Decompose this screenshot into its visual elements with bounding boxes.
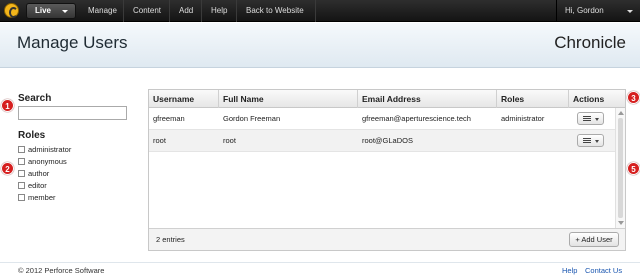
cell-roles: administrator	[501, 114, 545, 123]
page-footer: © 2012 Perforce Software Help Contact Us	[0, 262, 640, 280]
nav-divider	[123, 0, 124, 22]
add-user-button[interactable]: + Add User	[569, 232, 619, 247]
entries-count: 2 entries	[156, 235, 185, 244]
nav-divider	[315, 0, 316, 22]
role-filter-anonymous[interactable]: anonymous	[18, 156, 67, 167]
column-header-username[interactable]: Username	[149, 90, 219, 108]
grid-footer: 2 entries + Add User	[149, 228, 625, 250]
checkbox[interactable]	[18, 170, 25, 177]
live-mode-button[interactable]: Live	[26, 3, 76, 19]
scroll-up-arrow-icon[interactable]	[618, 111, 624, 115]
annotation-badge-5: 5	[627, 162, 640, 175]
column-header-roles[interactable]: Roles	[497, 90, 569, 108]
page-header: Manage Users Chronicle	[0, 23, 640, 68]
annotation-badge-1: 1	[1, 99, 14, 112]
user-greeting: Hi, Gordon	[565, 6, 604, 15]
column-header-email[interactable]: Email Address	[358, 90, 497, 108]
cell-username: root	[153, 136, 166, 145]
row-actions-button[interactable]	[577, 112, 604, 125]
search-label: Search	[18, 93, 52, 104]
role-filter-editor[interactable]: editor	[18, 180, 47, 191]
top-navigation-bar: Live Manage Content Add Help Back to Web…	[0, 0, 640, 22]
cell-full-name: root	[223, 136, 236, 145]
cell-full-name: Gordon Freeman	[223, 114, 281, 123]
cell-email: gfreeman@aperturescience.tech	[362, 114, 471, 123]
checkbox[interactable]	[18, 146, 25, 153]
cell-username: gfreeman	[153, 114, 185, 123]
role-label: author	[28, 169, 50, 178]
user-menu[interactable]: Hi, Gordon	[556, 0, 640, 22]
role-label: editor	[28, 181, 47, 190]
checkbox[interactable]	[18, 182, 25, 189]
scroll-down-arrow-icon[interactable]	[618, 221, 624, 225]
chevron-down-icon	[62, 10, 68, 13]
nav-content[interactable]: Content	[133, 0, 161, 22]
menu-icon	[583, 138, 591, 143]
cell-roles	[497, 130, 501, 151]
role-label: member	[28, 193, 56, 202]
column-header-full-name[interactable]: Full Name	[219, 90, 358, 108]
grid-header: Username Full Name Email Address Roles A…	[149, 90, 625, 108]
live-mode-label: Live	[35, 6, 52, 15]
chevron-down-icon	[627, 10, 633, 13]
row-actions-button[interactable]	[577, 134, 604, 147]
nav-manage[interactable]: Manage	[88, 0, 117, 22]
nav-divider	[236, 0, 237, 22]
scroll-thumb[interactable]	[618, 118, 623, 218]
brand-name: Chronicle	[554, 33, 626, 52]
nav-add[interactable]: Add	[179, 0, 193, 22]
page-title: Manage Users	[17, 33, 128, 52]
role-filter-author[interactable]: author	[18, 168, 49, 179]
nav-back-to-website[interactable]: Back to Website	[246, 0, 304, 22]
chevron-down-icon	[595, 140, 599, 143]
nav-help[interactable]: Help	[211, 0, 227, 22]
menu-icon	[583, 116, 591, 121]
role-filter-administrator[interactable]: administrator	[18, 144, 71, 155]
role-label: anonymous	[28, 157, 67, 166]
checkbox[interactable]	[18, 194, 25, 201]
copyright-text: © 2012 Perforce Software	[18, 266, 105, 275]
roles-label: Roles	[18, 130, 46, 141]
role-label: administrator	[28, 145, 72, 154]
grid-scrollbar[interactable]	[615, 108, 625, 228]
annotation-badge-2: 2	[1, 162, 14, 175]
users-grid: Username Full Name Email Address Roles A…	[148, 89, 626, 251]
nav-divider	[169, 0, 170, 22]
search-input[interactable]	[18, 106, 127, 120]
chronicle-logo-icon[interactable]	[4, 3, 19, 18]
checkbox[interactable]	[18, 158, 25, 165]
annotation-badge-3: 3	[627, 91, 640, 104]
nav-divider	[201, 0, 202, 22]
role-filter-member[interactable]: member	[18, 192, 56, 203]
table-row[interactable]: root root root@GLaDOS	[149, 130, 615, 152]
cell-email: root@GLaDOS	[362, 136, 413, 145]
column-header-actions: Actions	[573, 94, 605, 104]
table-row[interactable]: gfreeman Gordon Freeman gfreeman@apertur…	[149, 108, 615, 130]
help-link[interactable]: Help	[562, 266, 577, 275]
contact-us-link[interactable]: Contact Us	[585, 266, 622, 275]
chevron-down-icon	[595, 118, 599, 121]
